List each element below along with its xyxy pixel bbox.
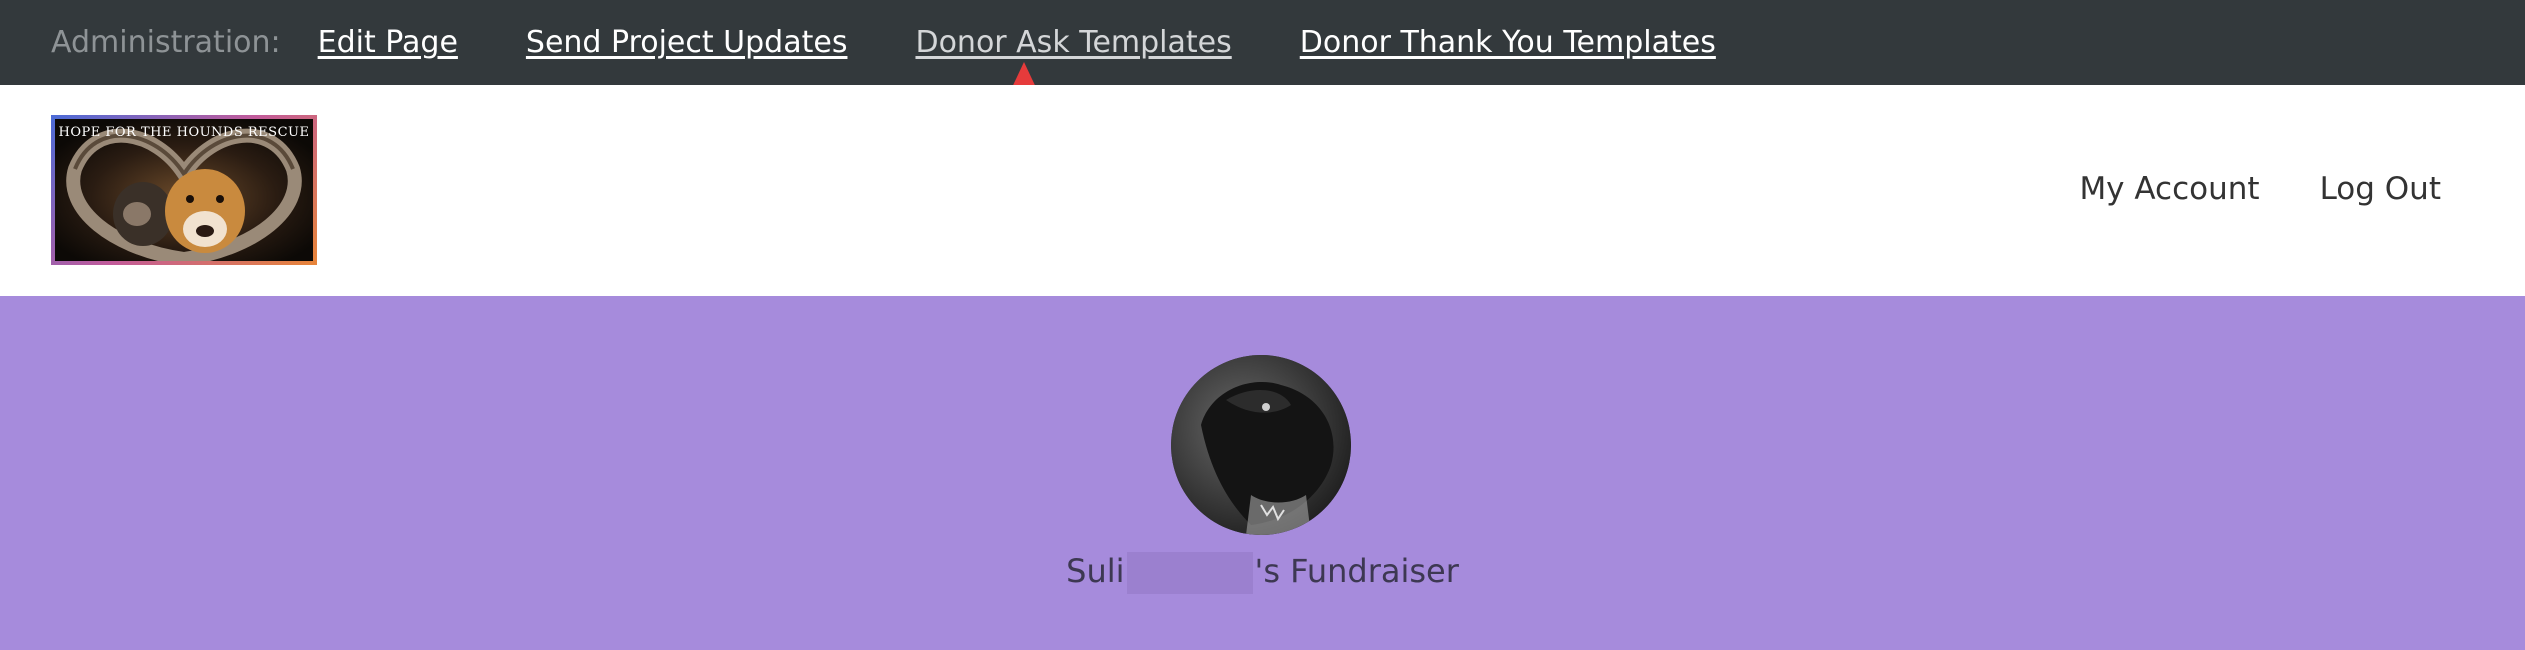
redacted-name — [1126, 552, 1253, 594]
site-logo[interactable]: HOPE FOR THE HOUNDS RESCUE — [51, 115, 317, 265]
header-nav: My Account Log Out — [2079, 171, 2441, 207]
log-out-link[interactable]: Log Out — [2320, 171, 2441, 207]
logo-text: HOPE FOR THE HOUNDS RESCUE — [58, 125, 310, 140]
site-header: HOPE FOR THE HOUNDS RESCUE My Account Lo… — [0, 85, 2525, 296]
admin-bar: Administration: Edit Page Send Project U… — [0, 0, 2525, 85]
fundraiser-title: Suli 's Fundraiser — [0, 552, 2525, 594]
send-project-updates-link[interactable]: Send Project Updates — [526, 25, 848, 60]
admin-label: Administration: — [51, 25, 281, 60]
fundraiser-title-suffix: 's Fundraiser — [1254, 552, 1459, 590]
fundraiser-avatar — [1171, 355, 1351, 535]
edit-page-link[interactable]: Edit Page — [318, 25, 458, 60]
donor-thank-you-templates-link[interactable]: Donor Thank You Templates — [1300, 25, 1716, 60]
fundraiser-hero: Suli 's Fundraiser — [0, 296, 2525, 650]
donor-ask-templates-link[interactable]: Donor Ask Templates — [915, 25, 1231, 60]
fundraiser-title-prefix: Suli — [1066, 552, 1125, 590]
logo-image-icon — [55, 119, 313, 261]
my-account-link[interactable]: My Account — [2079, 171, 2259, 207]
dog-photo-icon — [1171, 355, 1351, 535]
